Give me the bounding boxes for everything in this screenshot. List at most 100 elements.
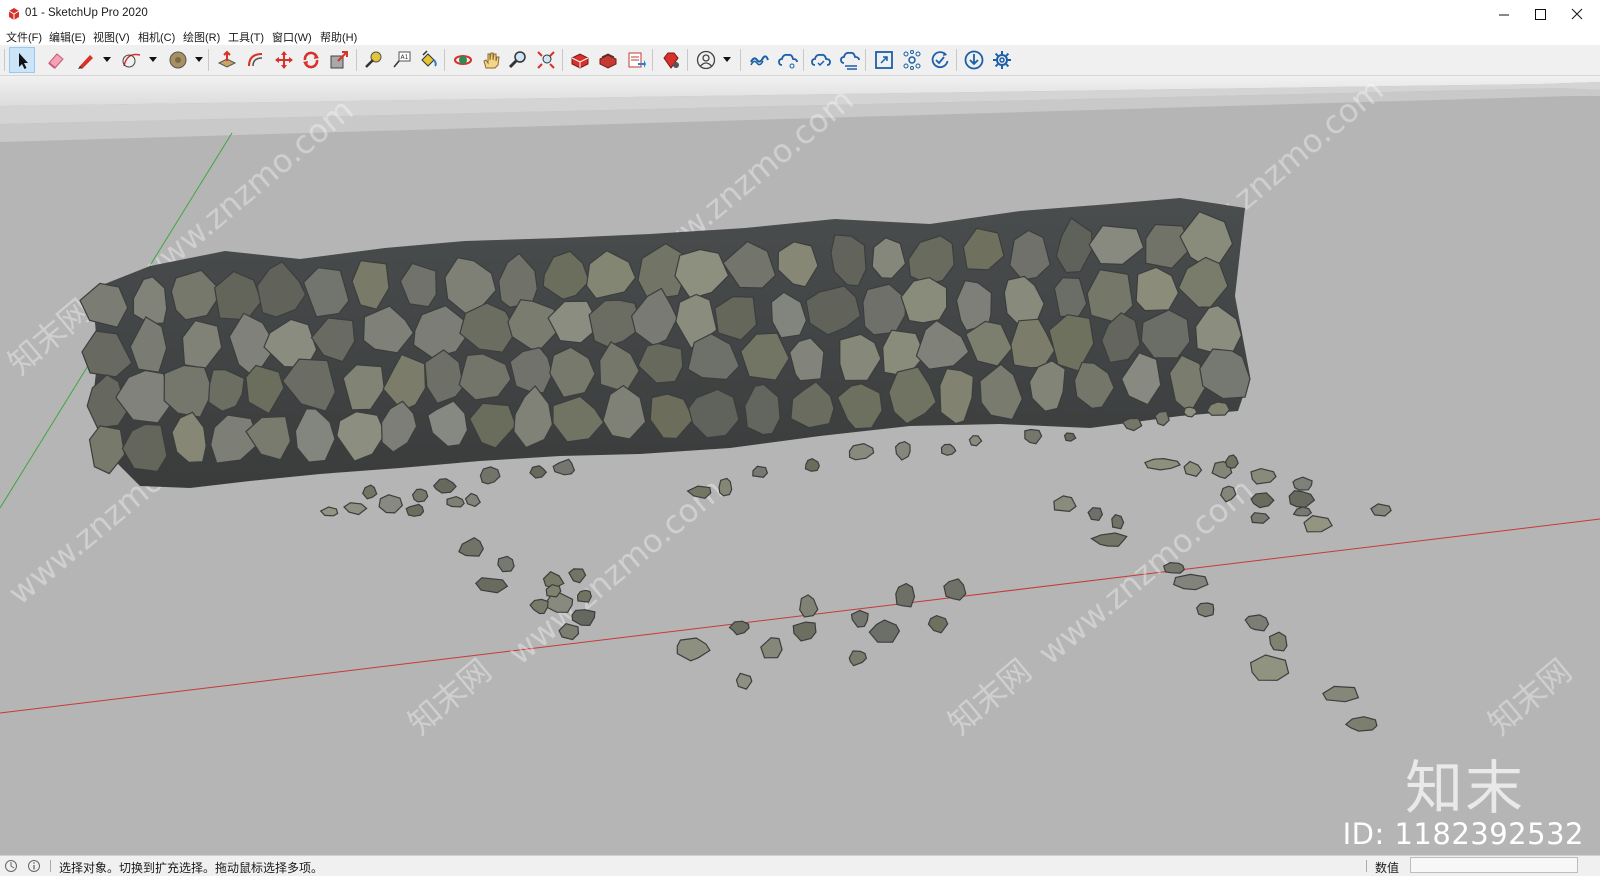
- menu-edit[interactable]: 编辑(E): [49, 29, 86, 45]
- extension-warehouse-icon: [599, 53, 617, 69]
- close-icon: [1571, 8, 1583, 20]
- menu-camera[interactable]: 相机(C): [138, 29, 175, 45]
- stone-piece: [1154, 410, 1170, 427]
- paint-bucket-icon: [421, 50, 437, 67]
- download-icon: [964, 50, 984, 70]
- stone-piece: [1250, 492, 1275, 509]
- geolocation-status-icon[interactable]: [4, 859, 18, 873]
- rotate-icon: [303, 51, 319, 69]
- stone-piece: [850, 609, 869, 628]
- zoom-tool-button[interactable]: [505, 47, 531, 73]
- cloud-collab-button[interactable]: [837, 47, 863, 73]
- stone-piece: [343, 502, 368, 516]
- stone-piece: [1292, 506, 1313, 517]
- arc-tool-button[interactable]: [119, 47, 145, 73]
- arc-icon: [122, 53, 141, 68]
- account-button[interactable]: [693, 47, 719, 73]
- toolbar-grip: [4, 49, 5, 71]
- minimize-button[interactable]: [1486, 0, 1522, 30]
- offset-tool-button[interactable]: [243, 47, 269, 73]
- send-to-layout-button[interactable]: [623, 47, 649, 73]
- menu-help[interactable]: 帮助(H): [320, 29, 357, 45]
- pan-icon: [483, 52, 500, 69]
- stone-piece: [1172, 573, 1209, 591]
- shape-tool-button[interactable]: [165, 47, 191, 73]
- stone-piece: [576, 589, 592, 603]
- push-pull-icon: [217, 50, 237, 68]
- stone-piece: [792, 621, 817, 642]
- toolbar-separator: [444, 49, 445, 71]
- line-tool-button[interactable]: [73, 47, 99, 73]
- modeling-viewport[interactable]: www.znzmo.com www.znzmo.com www.znzmo.co…: [0, 76, 1600, 855]
- extension-manager-button[interactable]: [658, 47, 684, 73]
- arc-dropdown-chevron-icon[interactable]: [148, 54, 158, 64]
- extension-warehouse-button[interactable]: [595, 47, 621, 73]
- select-tool-button[interactable]: [9, 47, 35, 73]
- stone-piece: [848, 650, 868, 667]
- menu-draw[interactable]: 绘图(R): [183, 29, 220, 45]
- frame-button[interactable]: [871, 47, 897, 73]
- stone-piece: [968, 435, 983, 447]
- move-tool-button[interactable]: [271, 47, 297, 73]
- account-dropdown-chevron-icon[interactable]: [722, 54, 732, 64]
- pan-tool-button[interactable]: [478, 47, 504, 73]
- menu-file[interactable]: 文件(F): [6, 29, 42, 45]
- watermark-cn-text: 知末网: [401, 651, 499, 742]
- refresh-check-button[interactable]: [927, 47, 953, 73]
- toolbar-separator: [803, 49, 804, 71]
- move-icon: [275, 51, 293, 69]
- stone-piece: [464, 492, 481, 508]
- status-divider: [50, 860, 51, 872]
- zoom-extents-tool-button[interactable]: [533, 47, 559, 73]
- offset-icon: [248, 53, 263, 67]
- stone-piece: [1344, 716, 1378, 732]
- scene-canvas: www.znzmo.com www.znzmo.com www.znzmo.co…: [0, 76, 1600, 742]
- tape-measure-tool-button[interactable]: [361, 47, 387, 73]
- stone-piece: [927, 614, 949, 634]
- cloud-share-button[interactable]: [775, 47, 801, 73]
- eraser-tool-button[interactable]: [43, 47, 69, 73]
- stone-piece: [1183, 460, 1203, 477]
- maximize-button[interactable]: [1522, 0, 1558, 30]
- stone-piece: [1268, 631, 1288, 652]
- orbit-tool-button[interactable]: [450, 47, 476, 73]
- menu-tools[interactable]: 工具(T): [228, 29, 264, 45]
- watermark-cn-text: 知末网: [1481, 651, 1579, 742]
- menu-view[interactable]: 视图(V): [93, 29, 130, 45]
- line-dropdown-chevron-icon[interactable]: [102, 54, 112, 64]
- status-divider: [1366, 860, 1367, 872]
- stone-piece: [1087, 507, 1104, 522]
- pencil-line-icon: [78, 55, 93, 69]
- layout-send-icon: [628, 52, 646, 68]
- push-pull-tool-button[interactable]: [214, 47, 240, 73]
- info-status-icon[interactable]: [27, 859, 41, 873]
- toolbar-separator: [865, 49, 866, 71]
- settings-button[interactable]: [989, 47, 1015, 73]
- cloud-sync-icon: [811, 53, 831, 67]
- trimble-connect-button[interactable]: [746, 47, 772, 73]
- text-tool-button[interactable]: A1: [389, 47, 415, 73]
- maximize-icon: [1535, 9, 1546, 20]
- stone-piece: [1063, 432, 1077, 442]
- stone-piece: [405, 503, 425, 517]
- stone-piece: [1288, 489, 1316, 509]
- extension-manager-icon: [663, 52, 679, 69]
- stone-piece: [474, 577, 509, 594]
- toolbar-separator: [208, 49, 209, 71]
- scale-tool-button[interactable]: [326, 47, 352, 73]
- rotate-tool-button[interactable]: [298, 47, 324, 73]
- stone-piece: [458, 537, 484, 557]
- download-button[interactable]: [961, 47, 987, 73]
- menu-window[interactable]: 窗口(W): [272, 29, 312, 45]
- cloud-sync-button[interactable]: [808, 47, 834, 73]
- shape-icon: [169, 51, 187, 69]
- stone-piece: [894, 440, 911, 461]
- measurements-input[interactable]: [1410, 857, 1578, 873]
- stone-piece: [1322, 685, 1360, 703]
- shape-dropdown-chevron-icon[interactable]: [194, 54, 204, 64]
- 3d-warehouse-button[interactable]: [567, 47, 593, 73]
- paint-bucket-tool-button[interactable]: [415, 47, 441, 73]
- stone-piece: [1183, 406, 1198, 418]
- close-button[interactable]: [1559, 0, 1595, 30]
- network-button[interactable]: [899, 47, 925, 73]
